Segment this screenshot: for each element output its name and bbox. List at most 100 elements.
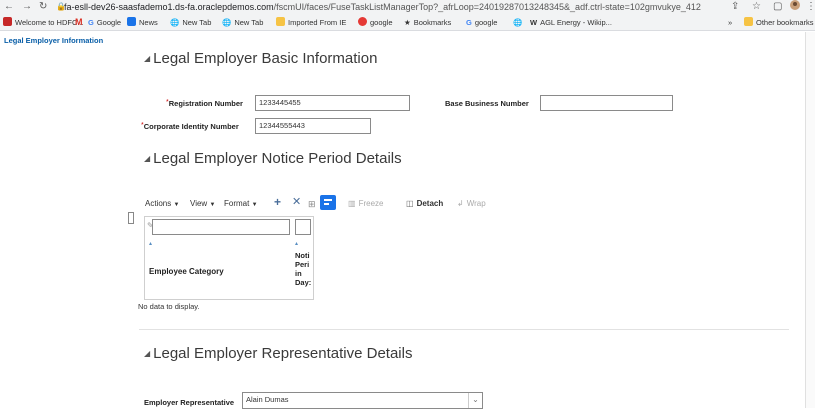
section-title: Legal Employer Notice Period Details bbox=[153, 150, 402, 167]
section-notice-heading[interactable]: ◢ Legal Employer Notice Period Details bbox=[144, 150, 402, 167]
employee-category-header[interactable]: Employee Category bbox=[149, 267, 224, 276]
collapse-icon[interactable]: ◢ bbox=[144, 54, 150, 63]
bookmark-bookmarks[interactable]: ★ Bookmarks bbox=[404, 14, 451, 31]
globe-icon: 🌐 bbox=[170, 18, 180, 27]
chevron-down-icon[interactable]: ⌄ bbox=[468, 393, 482, 408]
filter-employee-category-input[interactable] bbox=[152, 219, 290, 235]
base-business-number-field[interactable] bbox=[540, 95, 673, 111]
registration-number-field[interactable]: 1233445455 bbox=[255, 95, 410, 111]
header-line: Peri bbox=[295, 260, 310, 269]
add-icon[interactable]: + bbox=[274, 195, 281, 209]
delete-icon[interactable]: ✕ bbox=[292, 195, 301, 208]
button-label: Freeze bbox=[358, 199, 384, 208]
corporate-identity-label: *Corporate Identity Number bbox=[141, 122, 239, 131]
star-icon: ★ bbox=[404, 18, 411, 27]
hdfc-icon bbox=[3, 17, 12, 26]
bookmark-label: New Tab bbox=[234, 18, 264, 27]
freeze-icon: ▥ bbox=[348, 199, 356, 208]
bookmark-globe[interactable]: 🌐 bbox=[513, 14, 522, 31]
base-business-label: Base Business Number bbox=[445, 99, 529, 108]
bookmark-label: AGL Energy - Wikip... bbox=[540, 18, 612, 27]
bookmark-label: Bookmarks bbox=[413, 18, 452, 27]
employer-rep-select[interactable]: Alain Dumas ⌄ bbox=[242, 392, 483, 409]
bookmark-label: New Tab bbox=[182, 18, 212, 27]
freeze-button[interactable]: ▥ Freeze bbox=[348, 199, 383, 208]
divider bbox=[139, 329, 789, 330]
bookmark-newtab-2[interactable]: 🌐 New Tab bbox=[222, 14, 263, 31]
bookmark-label: google bbox=[474, 18, 498, 27]
collapse-icon[interactable]: ◢ bbox=[144, 154, 150, 163]
columns-icon[interactable]: ⊞ bbox=[308, 199, 316, 210]
button-label: Wrap bbox=[466, 199, 486, 208]
header-line: Day: bbox=[295, 278, 312, 287]
menu-label: View bbox=[190, 199, 208, 208]
bookmark-google-2[interactable]: google bbox=[358, 14, 393, 31]
url-path: /fscmUI/faces/FuseTaskListManagerTop?_af… bbox=[273, 2, 701, 12]
button-label: Detach bbox=[416, 199, 444, 208]
share-icon[interactable]: ⇪ bbox=[731, 0, 739, 14]
bookmark-wikipedia[interactable]: W AGL Energy - Wikip... bbox=[530, 14, 612, 31]
bookmark-hdfc[interactable]: Welcome to HDFC... bbox=[3, 14, 84, 31]
folder-icon bbox=[276, 17, 285, 26]
corporate-identity-field[interactable]: 12344555443 bbox=[255, 118, 371, 134]
filter-notice-period-input[interactable] bbox=[295, 219, 311, 235]
dropdown-arrow-icon: ▼ bbox=[251, 202, 258, 208]
wrap-button[interactable]: ↲ Wrap bbox=[457, 199, 486, 208]
bookmark-label: google bbox=[370, 18, 393, 27]
folder-icon bbox=[744, 17, 753, 26]
wrap-icon: ↲ bbox=[457, 199, 464, 208]
bookmarks-overflow[interactable]: » bbox=[728, 14, 732, 31]
wikipedia-icon: W bbox=[530, 18, 538, 27]
bookmark-newtab-1[interactable]: 🌐 New Tab bbox=[170, 14, 211, 31]
detach-button[interactable]: ◫ Detach bbox=[406, 199, 443, 208]
bookmark-label: Other bookmarks bbox=[756, 18, 814, 27]
page-scrollbar[interactable] bbox=[805, 32, 815, 408]
opera-icon bbox=[358, 17, 367, 26]
detach-icon: ◫ bbox=[406, 199, 414, 208]
select-value: Alain Dumas bbox=[246, 395, 289, 404]
section-basic-heading[interactable]: ◢ Legal Employer Basic Information bbox=[144, 50, 377, 67]
registration-label: *Registration Number bbox=[166, 99, 243, 108]
tab-icon[interactable]: ▢ bbox=[773, 0, 782, 14]
forward-icon[interactable]: → bbox=[22, 0, 32, 14]
avatar[interactable] bbox=[790, 0, 800, 14]
sort-icon[interactable]: ▴ bbox=[149, 240, 152, 247]
menu-icon[interactable]: ⋮ bbox=[806, 0, 815, 14]
bookmark-label: Imported From IE bbox=[288, 18, 347, 27]
reload-icon[interactable]: ↻ bbox=[39, 0, 47, 14]
section-title: Legal Employer Representative Details bbox=[153, 345, 413, 362]
google-icon: G bbox=[466, 18, 472, 27]
table-expand-handle[interactable] bbox=[128, 212, 134, 224]
gmail-icon[interactable]: M bbox=[75, 14, 83, 31]
actions-menu[interactable]: Actions ▼ bbox=[145, 199, 179, 208]
section-rep-heading[interactable]: ◢ Legal Employer Representative Details bbox=[144, 345, 412, 362]
browser-address-bar: ← → ↻ 🔒 fa-esll-dev26-saasfademo1.ds-fa.… bbox=[0, 0, 815, 14]
star-icon[interactable]: ☆ bbox=[752, 0, 761, 14]
back-icon[interactable]: ← bbox=[4, 0, 14, 14]
section-title: Legal Employer Basic Information bbox=[153, 50, 378, 67]
employer-rep-label: Employer Representative bbox=[144, 398, 235, 407]
url-field[interactable]: fa-esll-dev26-saasfademo1.ds-fa.oraclepd… bbox=[64, 0, 701, 14]
dropdown-arrow-icon: ▼ bbox=[173, 202, 180, 208]
collapse-icon[interactable]: ◢ bbox=[144, 349, 150, 358]
bookmarks-bar: Welcome to HDFC... M G Google News 🌐 New T… bbox=[0, 14, 815, 31]
view-menu[interactable]: View ▼ bbox=[190, 199, 215, 208]
notice-period-header[interactable]: Noti Peri in Day: bbox=[295, 251, 311, 287]
bookmark-label: Google bbox=[96, 18, 122, 27]
header-line: in bbox=[295, 269, 302, 278]
bookmark-label: News bbox=[139, 18, 158, 27]
bookmark-imported-ie[interactable]: Imported From IE bbox=[276, 14, 346, 31]
dropdown-arrow-icon: ▼ bbox=[209, 202, 216, 208]
notice-period-table: ✎ ▴ ▴ Employee Category Noti Peri in Day… bbox=[144, 216, 314, 300]
sort-icon[interactable]: ▴ bbox=[295, 240, 298, 247]
empty-table-message: No data to display. bbox=[138, 302, 200, 311]
bookmark-google-3[interactable]: Ggoogle bbox=[466, 14, 497, 31]
menu-label: Actions bbox=[145, 199, 172, 208]
bookmark-google[interactable]: G Google bbox=[88, 14, 121, 31]
other-bookmarks[interactable]: Other bookmarks bbox=[744, 14, 814, 31]
bookmark-news[interactable]: News bbox=[127, 14, 158, 31]
format-menu[interactable]: Format ▼ bbox=[224, 199, 258, 208]
bookmark-label: Welcome to HDFC... bbox=[15, 18, 84, 27]
query-by-example-icon[interactable] bbox=[320, 195, 336, 210]
left-nav-title[interactable]: Legal Employer Information bbox=[4, 36, 103, 45]
